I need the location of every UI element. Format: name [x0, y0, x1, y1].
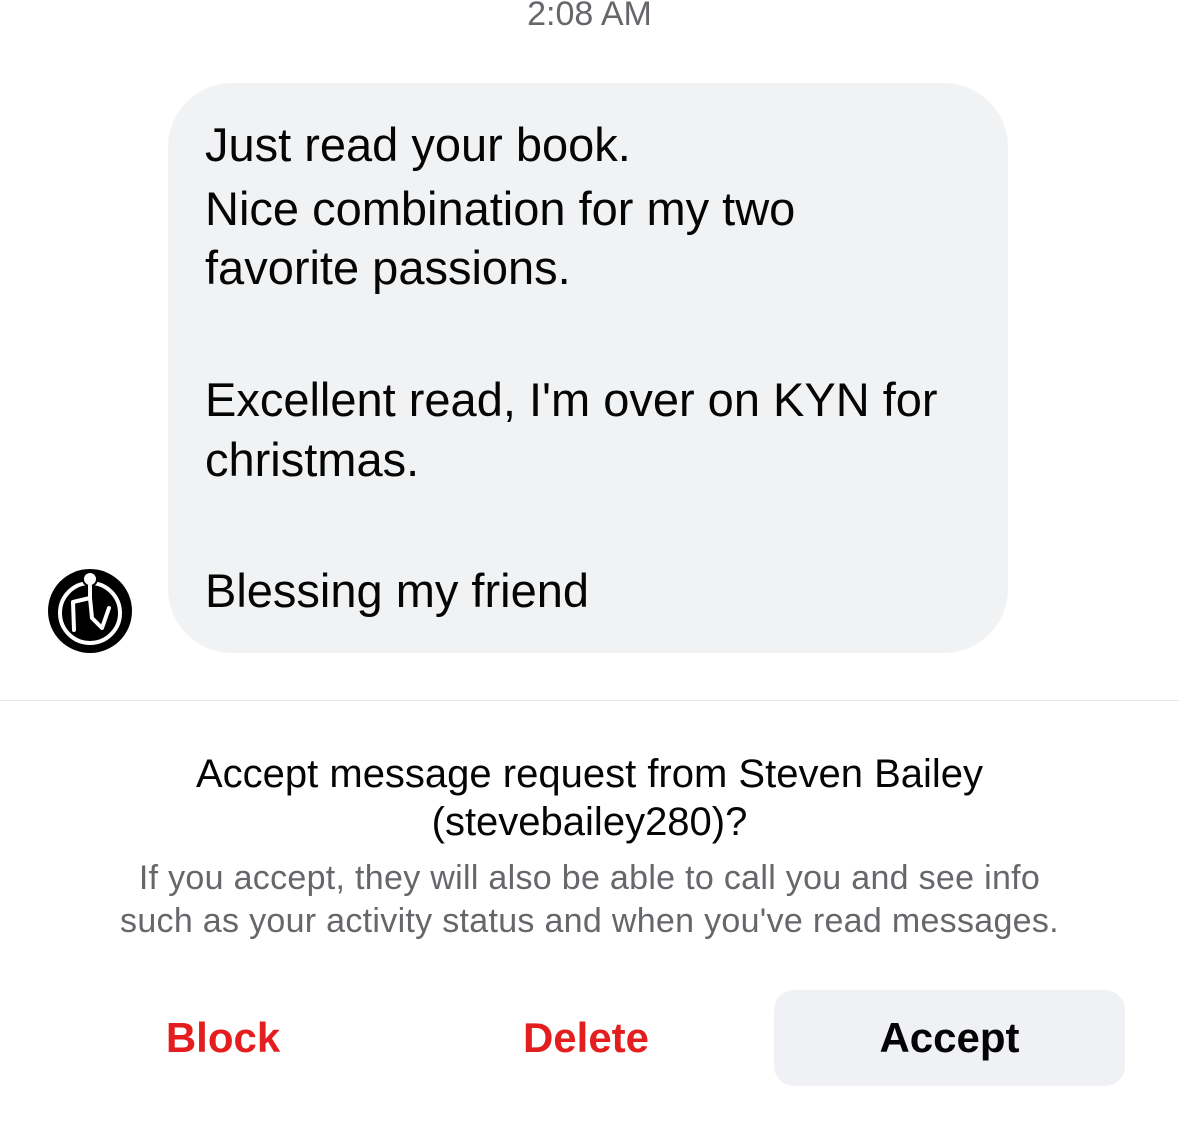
- block-button[interactable]: Block: [105, 990, 341, 1086]
- message-line: Nice combination for my two: [205, 182, 796, 235]
- delete-button[interactable]: Delete: [468, 990, 704, 1086]
- request-title: Accept message request from Steven Baile…: [0, 750, 1179, 846]
- request-title-line: (stevebailey280)?: [431, 800, 748, 844]
- request-description-line: such as your activity status and when yo…: [120, 902, 1059, 940]
- request-title-line: Accept message request from Steven Baile…: [195, 752, 984, 796]
- request-description-line: If you accept, they will also be able to…: [138, 859, 1041, 897]
- divider: [0, 700, 1179, 701]
- message-line: christmas.: [205, 433, 420, 486]
- message-bubble[interactable]: Just read your book. Nice combination fo…: [168, 83, 1008, 653]
- accept-button[interactable]: Accept: [774, 990, 1125, 1086]
- message-line: favorite passions.: [205, 241, 571, 294]
- logo-avatar-icon: [48, 569, 132, 653]
- message-timestamp: 2:08 AM: [527, 0, 652, 33]
- message-line: Blessing my friend: [205, 564, 589, 617]
- message-line: Excellent read, I'm over on KYN for: [205, 373, 938, 426]
- message-line: Just read your book.: [205, 118, 631, 171]
- sender-avatar[interactable]: [47, 568, 133, 654]
- request-description: If you accept, they will also be able to…: [0, 857, 1179, 943]
